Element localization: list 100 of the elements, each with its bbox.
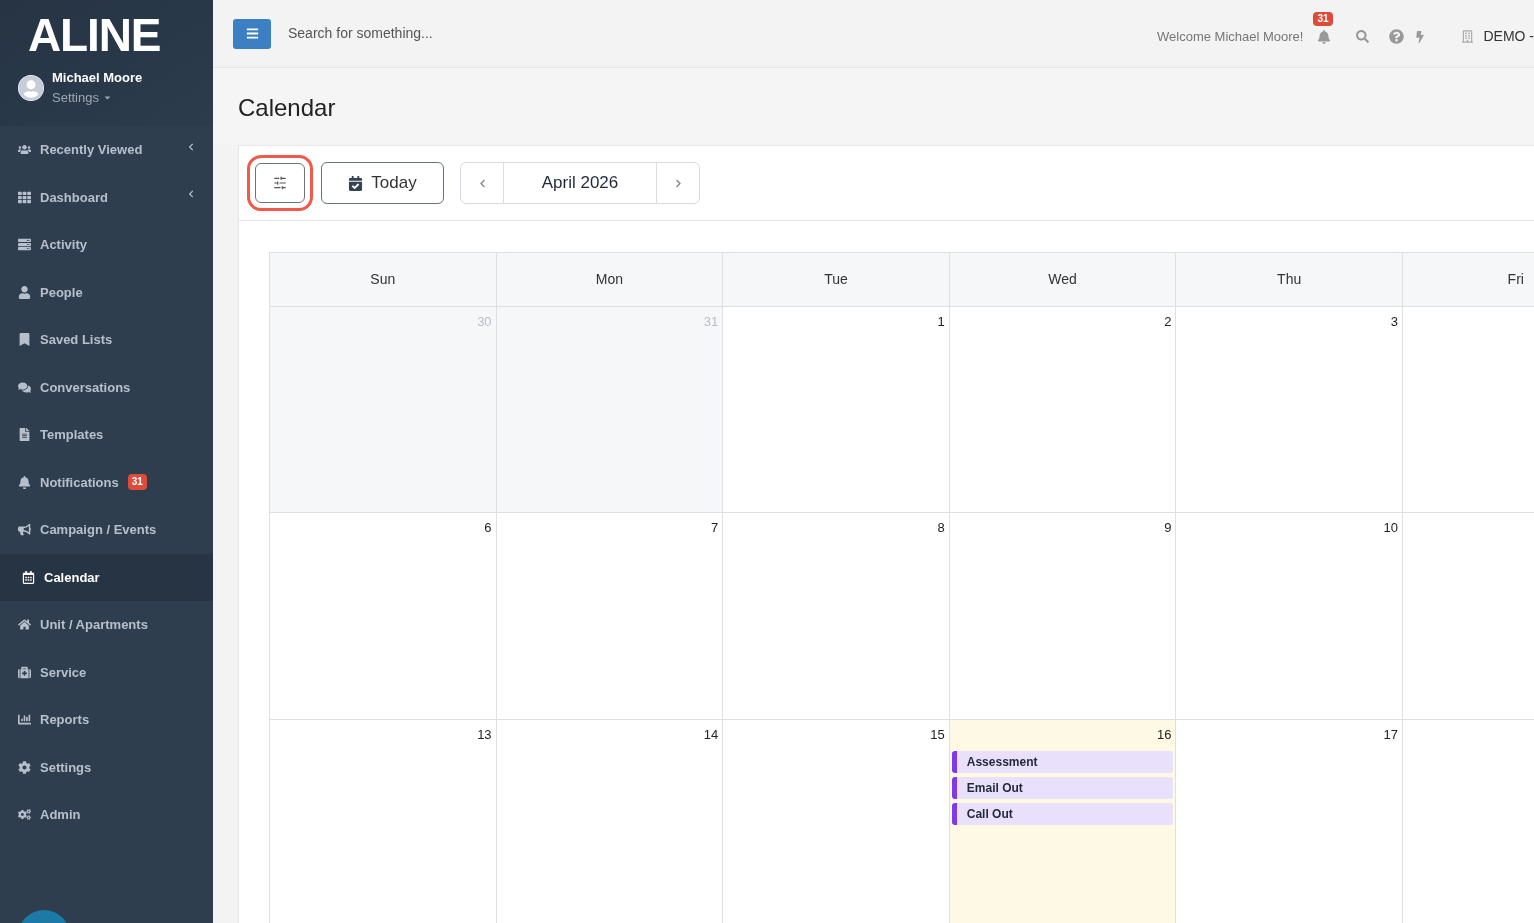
- menu-icon: [245, 27, 259, 40]
- list-icon: [18, 238, 31, 252]
- sidebar-item[interactable]: Activity: [0, 221, 213, 269]
- bell-icon: [18, 475, 31, 489]
- chevron-right-icon: [673, 178, 683, 188]
- event-chip[interactable]: Assessment: [951, 750, 1174, 773]
- weekday-header: Sun: [270, 253, 497, 307]
- event-chip[interactable]: Call Out: [951, 802, 1174, 825]
- sidebar-item-label: Saved Lists: [40, 331, 113, 349]
- home-icon: [18, 618, 31, 632]
- search-field[interactable]: Search for something...: [288, 23, 588, 44]
- sidebar-item-label: Activity: [40, 236, 87, 254]
- user-name: Michael Moore: [52, 69, 143, 87]
- day-number: 9: [1164, 519, 1173, 537]
- day-cell[interactable]: 6: [270, 513, 497, 720]
- weekday-header: Tue: [723, 253, 950, 307]
- day-number: 30: [477, 313, 493, 331]
- settings-icon: [18, 760, 31, 774]
- sidebar-item-label: Settings: [40, 758, 92, 777]
- sidebar-item[interactable]: People: [0, 268, 213, 316]
- sidebar-item[interactable]: Service: [0, 648, 213, 696]
- grid-icon: [18, 190, 31, 204]
- day-number: 10: [1383, 519, 1399, 537]
- logo[interactable]: ALINE: [18, 12, 195, 58]
- account-name[interactable]: DEMO -: [1483, 26, 1534, 47]
- avatar-icon: [18, 74, 44, 101]
- sidebar-item-label: Reports: [40, 711, 90, 729]
- sidebar-item-label: Conversations: [40, 378, 131, 397]
- day-number: 15: [930, 726, 946, 744]
- day-number: 7: [710, 519, 720, 537]
- day-number: 13: [477, 726, 493, 744]
- day-number: 16: [1156, 726, 1173, 744]
- sidebar-item[interactable]: Campaign / Events: [0, 506, 213, 554]
- users-icon: [18, 143, 31, 157]
- day-number: 17: [1383, 726, 1399, 744]
- medkit-icon: [18, 665, 31, 679]
- sidebar-item[interactable]: Recently Viewed: [0, 126, 213, 174]
- day-number: 14: [703, 726, 720, 744]
- day-cell[interactable]: 7: [496, 513, 724, 720]
- notification-badge: 31: [1313, 11, 1333, 26]
- menu-button[interactable]: [233, 18, 271, 49]
- sidebar-item[interactable]: Admin: [0, 791, 213, 839]
- calendar-icon: [22, 570, 35, 584]
- weekday-header: Fri: [1402, 253, 1534, 307]
- sidebar-item-label: Calendar: [44, 568, 100, 587]
- day-number: 31: [703, 313, 720, 331]
- notification-badge: 31: [127, 474, 147, 491]
- day-number: 8: [937, 519, 946, 537]
- speech-bubbles-icon: [18, 380, 31, 394]
- weekday-header: Thu: [1176, 253, 1403, 307]
- search-icon[interactable]: [1356, 30, 1370, 43]
- sidebar-item-label: Service: [40, 663, 87, 682]
- sidebar-item[interactable]: Dashboard: [0, 173, 213, 221]
- chevron-left-icon: [477, 178, 487, 188]
- day-number: 3: [1390, 313, 1399, 331]
- sidebar-item[interactable]: Reports: [0, 696, 213, 744]
- day-number: 2: [1164, 313, 1173, 331]
- building-icon: [1462, 30, 1474, 43]
- megaphone-icon: [18, 523, 31, 537]
- user-icon: [18, 285, 31, 299]
- sidebar-item[interactable]: Calendar: [0, 553, 213, 601]
- today-button[interactable]: Today: [321, 162, 444, 204]
- day-number: 6: [484, 519, 493, 537]
- sidebar-item[interactable]: Saved Lists: [0, 316, 213, 364]
- sidebar-item-label: Recently Viewed: [40, 141, 143, 159]
- sidebar-item-label: Templates: [40, 426, 104, 444]
- help-icon[interactable]: [1389, 29, 1405, 44]
- day-cell[interactable]: 8: [723, 513, 950, 720]
- day-cell[interactable]: 1: [723, 307, 950, 513]
- welcome-text: Welcome Michael Moore!: [1157, 27, 1304, 46]
- sidebar-item[interactable]: Notifications 31: [0, 458, 213, 506]
- sidebar-item-label: Unit / Apartments: [40, 616, 148, 634]
- month-label: April 2026: [540, 172, 620, 195]
- sidebar-item-label: Admin: [40, 806, 81, 824]
- sidebar-item[interactable]: Templates: [0, 411, 213, 459]
- bar-chart-icon: [18, 713, 31, 727]
- bookmark-icon: [18, 333, 31, 347]
- sidebar-item[interactable]: Unit / Apartments: [0, 601, 213, 649]
- weekday-header: Mon: [496, 253, 724, 307]
- day-number: 1: [937, 313, 946, 331]
- calendar-check-icon: [348, 175, 364, 191]
- day-cell[interactable]: 2: [949, 307, 1177, 513]
- document-icon: [18, 428, 31, 442]
- sliders-icon: [273, 176, 287, 190]
- gears-icon: [18, 808, 31, 822]
- bell-icon[interactable]: [1317, 29, 1332, 44]
- day-cell[interactable]: 10: [1176, 513, 1403, 720]
- sidebar-item-label: Campaign / Events: [40, 521, 157, 539]
- sidebar-item-label: People: [40, 283, 83, 302]
- sidebar-item[interactable]: Settings: [0, 743, 213, 791]
- event-chip[interactable]: Email Out: [951, 776, 1174, 799]
- day-cell[interactable]: 3: [1176, 307, 1403, 513]
- lightning-icon[interactable]: [1415, 30, 1426, 43]
- sidebar-item-label: Notifications: [40, 473, 119, 492]
- weekday-header: Wed: [949, 253, 1177, 307]
- day-cell[interactable]: 9: [949, 513, 1177, 720]
- settings-dropdown[interactable]: Settings: [52, 87, 143, 107]
- sidebar-item-label: Dashboard: [40, 188, 108, 207]
- sidebar-item[interactable]: Conversations: [0, 363, 213, 411]
- day-cell[interactable]: 16 Assessment Email Out Call Out: [949, 720, 1177, 923]
